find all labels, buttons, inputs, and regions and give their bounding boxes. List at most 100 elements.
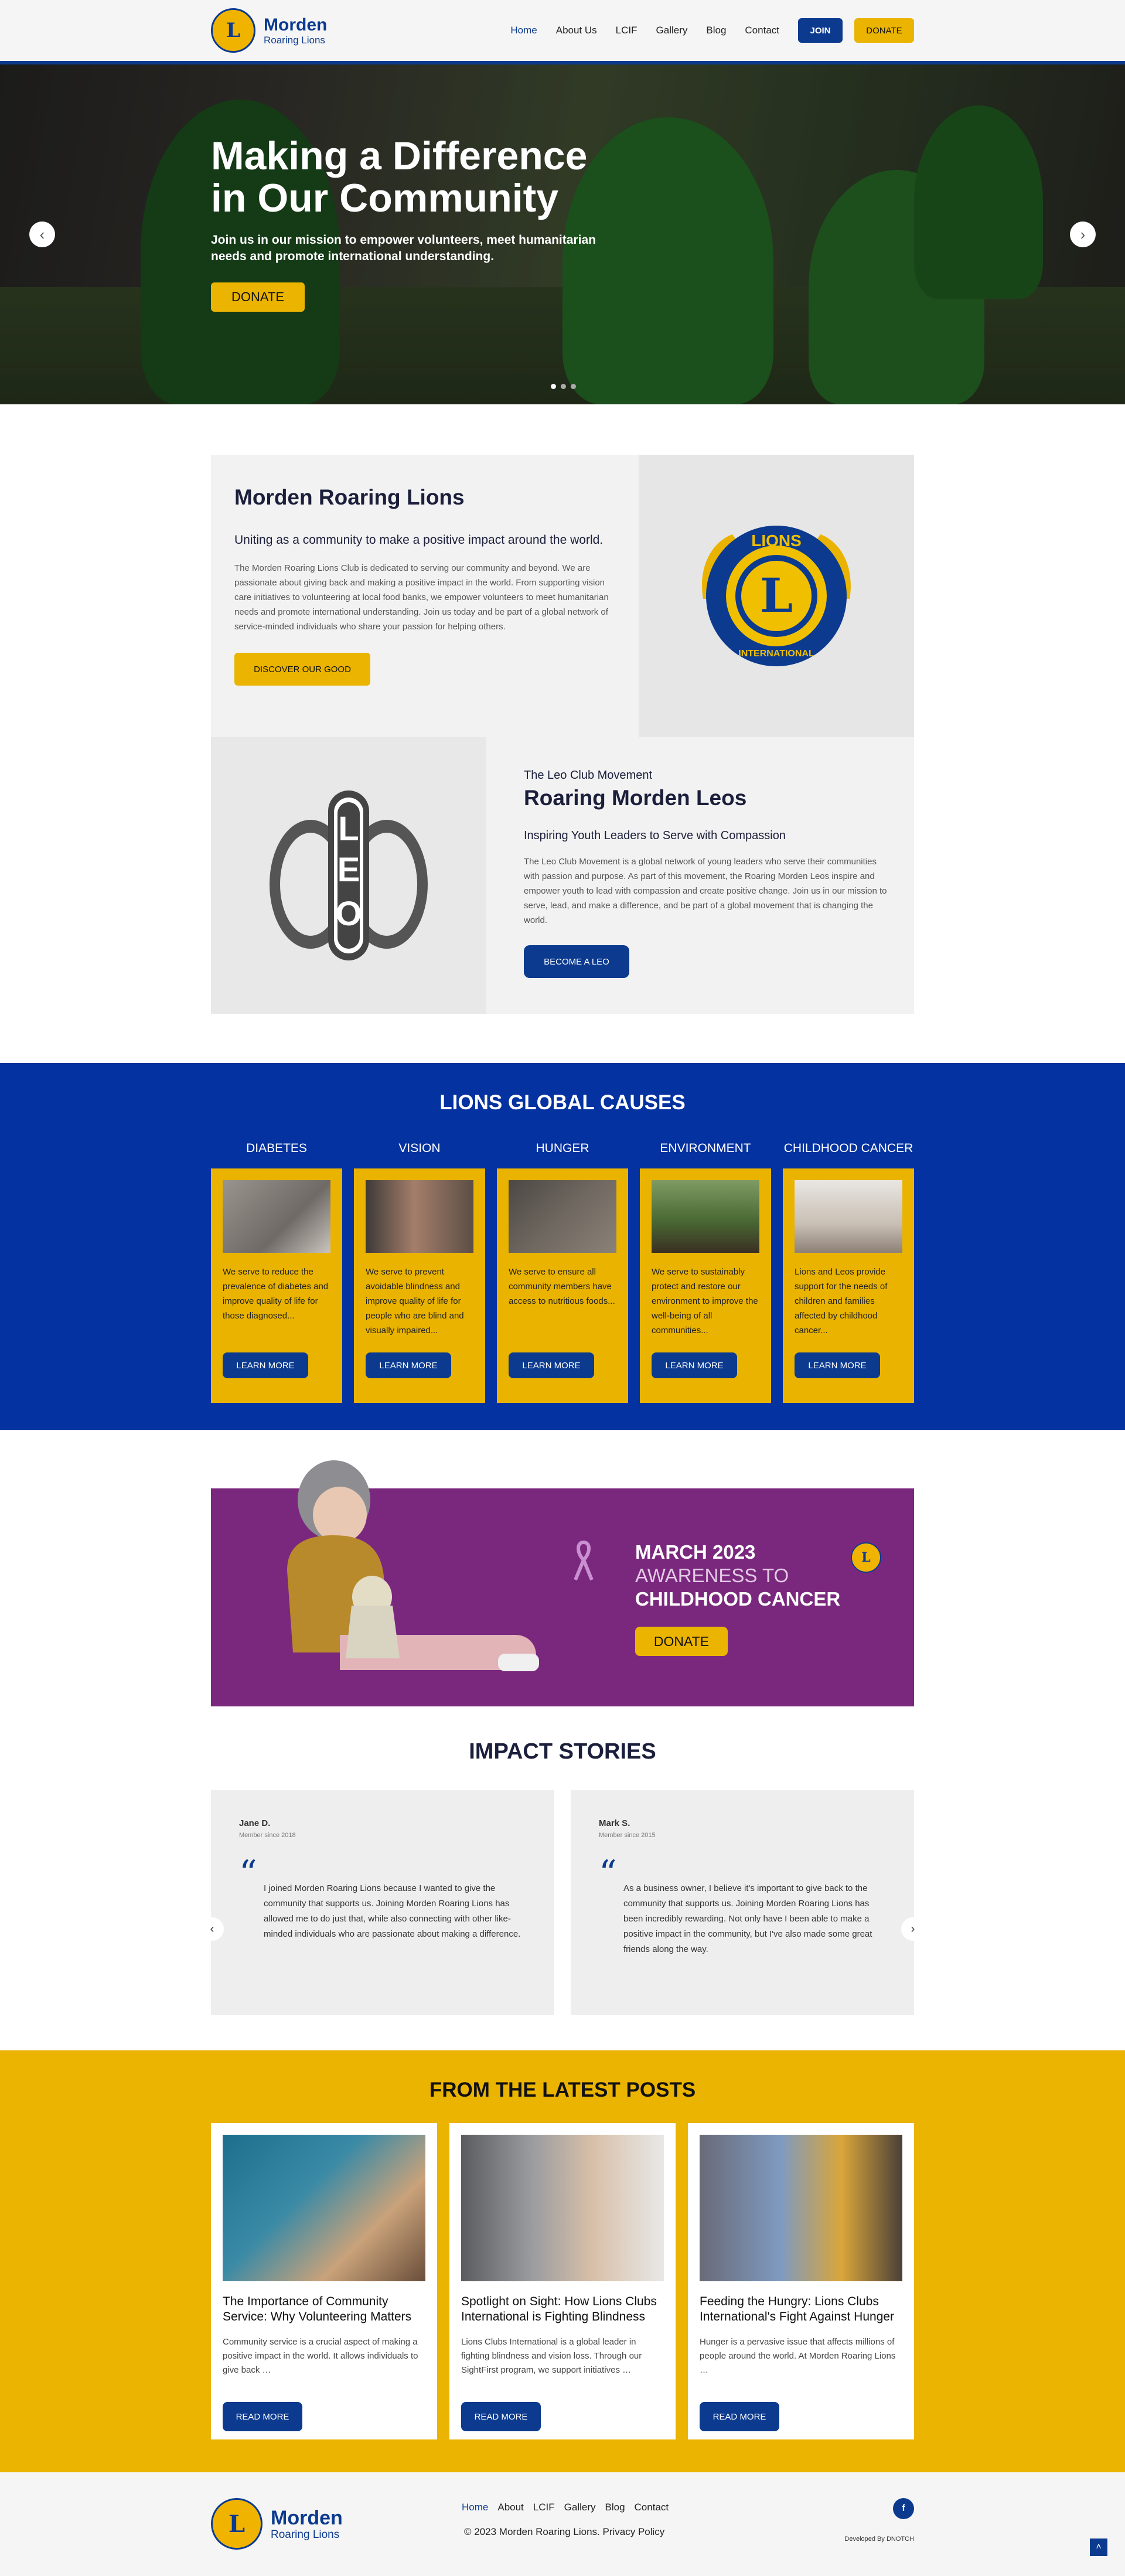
learn-more-button[interactable]: LEARN MORE bbox=[509, 1352, 594, 1378]
hero-title: Making a Difference in Our Community bbox=[211, 134, 588, 220]
footer-nav-about[interactable]: About bbox=[497, 2502, 523, 2513]
global-causes-section: LIONS GLOBAL CAUSES DIABETES VISION HUNG… bbox=[0, 1063, 1125, 1430]
story-member-since: Member since 2015 bbox=[599, 1832, 656, 1839]
story-quote: As a business owner, I believe it's impo… bbox=[623, 1883, 872, 1954]
banner-date: MARCH 2023 bbox=[635, 1541, 756, 1563]
post-title[interactable]: Spotlight on Sight: How Lions Clubs Inte… bbox=[461, 2294, 664, 2325]
nav-contact[interactable]: Contact bbox=[745, 25, 779, 36]
read-more-button[interactable]: READ MORE bbox=[223, 2402, 302, 2431]
nav-about-us[interactable]: About Us bbox=[556, 25, 597, 36]
learn-more-button[interactable]: LEARN MORE bbox=[223, 1352, 308, 1378]
nav-lcif[interactable]: LCIF bbox=[616, 25, 638, 36]
stories-prev-arrow[interactable]: ‹ bbox=[200, 1917, 224, 1941]
cause-text: We serve to prevent avoidable blindness … bbox=[366, 1267, 464, 1335]
impact-stories-section: IMPACT STORIES Jane D. Member since 2018… bbox=[0, 1706, 1125, 2050]
learn-more-button[interactable]: LEARN MORE bbox=[795, 1352, 880, 1378]
slider-dot-2[interactable] bbox=[561, 384, 566, 389]
join-button[interactable]: JOIN bbox=[798, 18, 843, 43]
leo-body: The Leo Club Movement is a global networ… bbox=[524, 857, 887, 925]
leo-title: Roaring Morden Leos bbox=[524, 786, 747, 810]
footer-nav-lcif[interactable]: LCIF bbox=[533, 2502, 555, 2513]
footer-nav-home[interactable]: Home bbox=[462, 2502, 488, 2513]
stories-next-arrow[interactable]: › bbox=[901, 1917, 925, 1941]
child-with-doll-image bbox=[287, 1460, 539, 1671]
quote-icon: “ bbox=[599, 1853, 617, 1894]
hero-prev-arrow[interactable]: ‹ bbox=[29, 222, 55, 247]
learn-more-button[interactable]: LEARN MORE bbox=[366, 1352, 451, 1378]
developer-credit: Developed By DNOTCH bbox=[844, 2536, 914, 2543]
learn-more-button[interactable]: LEARN MORE bbox=[652, 1352, 737, 1378]
footer-nav-gallery[interactable]: Gallery bbox=[564, 2502, 596, 2513]
header-donate-button[interactable]: DONATE bbox=[854, 18, 914, 43]
cause-image-childhood-cancer bbox=[795, 1180, 902, 1253]
cause-image-hunger bbox=[509, 1180, 616, 1253]
cause-image-diabetes bbox=[223, 1180, 330, 1253]
stories-title: IMPACT STORIES bbox=[469, 1739, 656, 1764]
lions-emblem-icon: L bbox=[211, 8, 255, 53]
post-excerpt: Hunger is a pervasive issue that affects… bbox=[700, 2337, 896, 2375]
nav-gallery[interactable]: Gallery bbox=[656, 25, 688, 36]
footer-nav-contact[interactable]: Contact bbox=[635, 2502, 669, 2513]
story-member-since: Member since 2018 bbox=[239, 1832, 296, 1839]
hero-next-arrow[interactable]: › bbox=[1070, 222, 1096, 247]
cause-text: Lions and Leos provide support for the n… bbox=[795, 1267, 888, 1335]
svg-text:LIONS: LIONS bbox=[751, 531, 802, 550]
site-footer: L Morden Roaring Lions Home About LCIF G… bbox=[0, 2472, 1125, 2576]
post-title[interactable]: The Importance of Community Service: Why… bbox=[223, 2294, 425, 2325]
slider-dot-1[interactable] bbox=[551, 384, 556, 389]
slider-dots bbox=[551, 384, 581, 389]
childhood-cancer-banner: L MARCH 2023 AWARENESS TO CHILDHOOD CANC… bbox=[211, 1460, 914, 1706]
post-card: The Importance of Community Service: Why… bbox=[211, 2123, 437, 2439]
post-excerpt: Community service is a crucial aspect of… bbox=[223, 2337, 418, 2375]
cause-heading: ENVIRONMENT bbox=[660, 1142, 751, 1155]
awareness-ribbon-icon bbox=[574, 1540, 594, 1581]
post-title[interactable]: Feeding the Hungry: Lions Clubs Internat… bbox=[700, 2294, 902, 2325]
about-subtitle: Uniting as a community to make a positiv… bbox=[234, 533, 604, 547]
svg-text:O: O bbox=[335, 895, 362, 933]
cause-heading: VISION bbox=[398, 1142, 441, 1155]
about-section: Morden Roaring Lions Uniting as a commun… bbox=[0, 404, 1125, 1063]
leo-subtitle: Inspiring Youth Leaders to Serve with Co… bbox=[524, 829, 786, 842]
post-card: Spotlight on Sight: How Lions Clubs Inte… bbox=[449, 2123, 676, 2439]
site-name-line2: Roaring Lions bbox=[264, 34, 325, 46]
cause-heading: HUNGER bbox=[536, 1142, 589, 1155]
slider-dot-3[interactable] bbox=[571, 384, 576, 389]
story-quote: I joined Morden Roaring Lions because I … bbox=[264, 1883, 521, 1939]
site-logo[interactable]: L Morden Roaring Lions bbox=[211, 8, 327, 53]
banner-line3: CHILDHOOD CANCER bbox=[635, 1588, 841, 1610]
copyright: © 2023 Morden Roaring Lions. Privacy Pol… bbox=[464, 2526, 665, 2537]
banner-donate-button[interactable]: DONATE bbox=[635, 1627, 728, 1656]
story-card: Jane D. Member since 2018 “ I joined Mor… bbox=[211, 1790, 554, 2015]
quote-icon: “ bbox=[239, 1853, 257, 1894]
post-image[interactable] bbox=[700, 2135, 902, 2281]
lions-international-emblem-icon: LIONS INTERNATIONAL L bbox=[702, 526, 851, 666]
hero-slider: ‹ › Making a Difference in Our Community … bbox=[0, 64, 1125, 404]
cause-text: We serve to reduce the prevalence of dia… bbox=[223, 1267, 329, 1321]
nav-home[interactable]: Home bbox=[510, 25, 537, 36]
banner-line2: AWARENESS TO bbox=[635, 1565, 789, 1586]
cause-card-childhood-cancer: Lions and Leos provide support for the n… bbox=[783, 1168, 914, 1403]
back-to-top-icon[interactable]: ˄ bbox=[1090, 2538, 1107, 2556]
discover-button[interactable]: DISCOVER OUR GOOD bbox=[234, 653, 370, 686]
story-author: Jane D. bbox=[239, 1818, 271, 1828]
read-more-button[interactable]: READ MORE bbox=[461, 2402, 541, 2431]
story-card: Mark S. Member since 2015 “ As a busines… bbox=[571, 1790, 914, 2015]
hero-donate-button[interactable]: DONATE bbox=[211, 282, 305, 312]
awareness-banner-section: L MARCH 2023 AWARENESS TO CHILDHOOD CANC… bbox=[0, 1430, 1125, 1706]
nav-blog[interactable]: Blog bbox=[706, 25, 726, 36]
footer-nav: Home About LCIF Gallery Blog Contact bbox=[462, 2502, 678, 2513]
cause-image-environment bbox=[652, 1180, 759, 1253]
post-image[interactable] bbox=[223, 2135, 425, 2281]
facebook-icon[interactable]: f bbox=[893, 2498, 914, 2519]
svg-text:L: L bbox=[760, 568, 793, 623]
cause-heading: CHILDHOOD CANCER bbox=[783, 1142, 913, 1155]
read-more-button[interactable]: READ MORE bbox=[700, 2402, 779, 2431]
become-a-leo-button[interactable]: BECOME A LEO bbox=[524, 945, 629, 978]
footer-logo[interactable]: L Morden Roaring Lions bbox=[211, 2498, 343, 2550]
footer-nav-blog[interactable]: Blog bbox=[605, 2502, 625, 2513]
cause-card-vision: We serve to prevent avoidable blindness … bbox=[354, 1168, 485, 1403]
svg-text:INTERNATIONAL: INTERNATIONAL bbox=[738, 649, 814, 659]
hero-subtitle: Join us in our mission to empower volunt… bbox=[211, 233, 596, 263]
post-image[interactable] bbox=[461, 2135, 664, 2281]
lions-emblem-icon: L bbox=[851, 1542, 881, 1573]
